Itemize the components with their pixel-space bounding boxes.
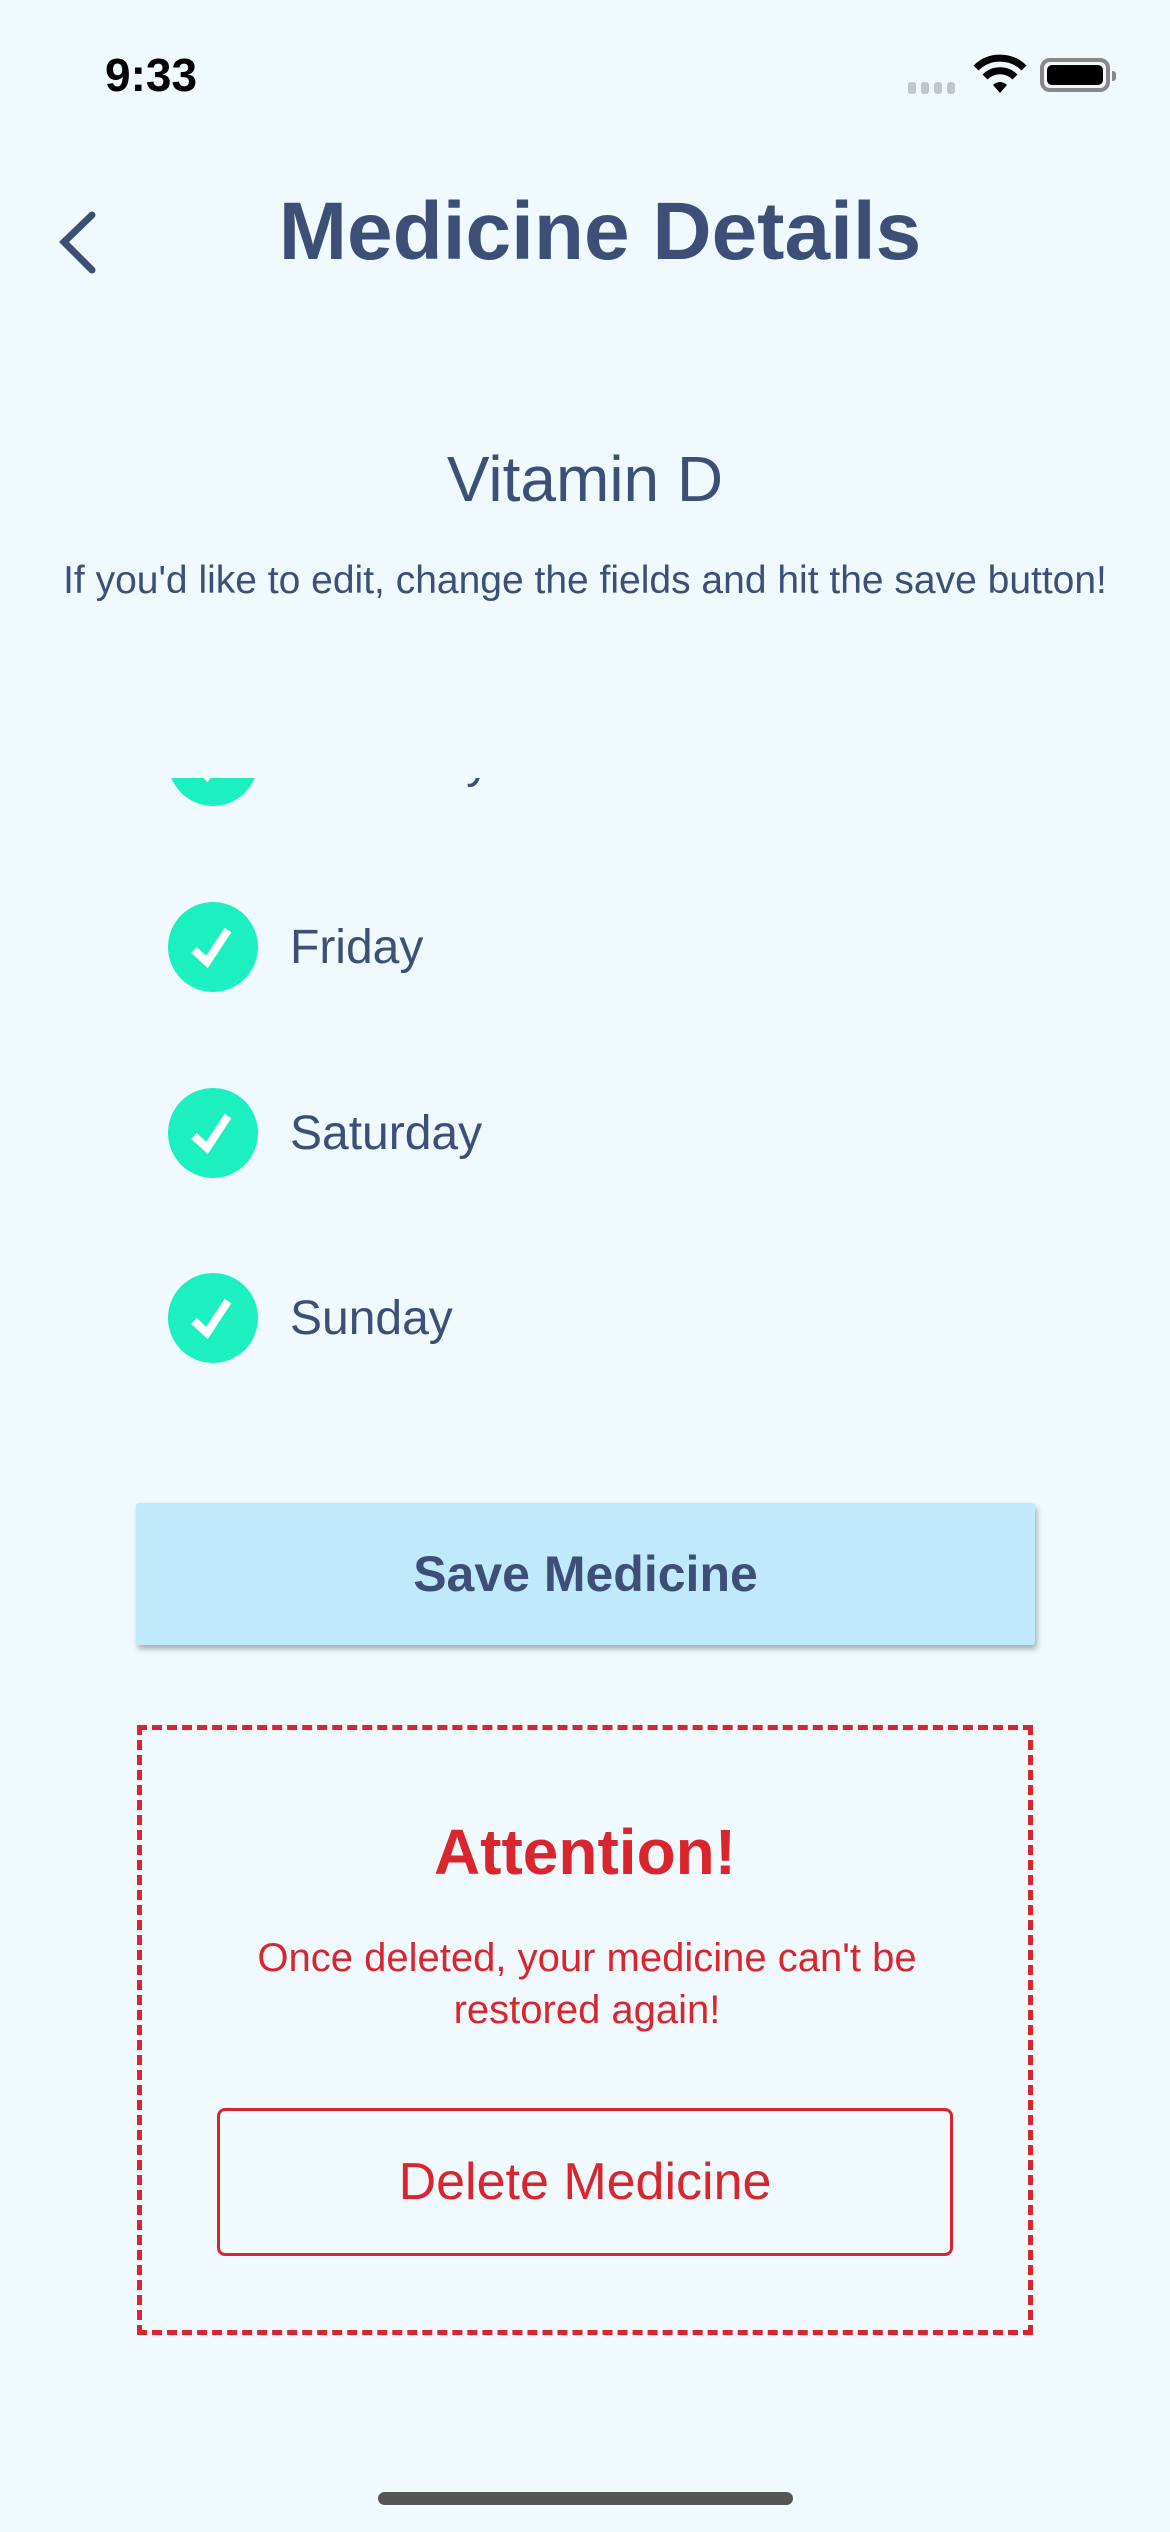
day-item-saturday[interactable]: Saturday xyxy=(168,1088,482,1178)
day-label: Thursday xyxy=(290,778,490,789)
edit-instructions: If you'd like to edit, change the fields… xyxy=(63,559,1107,602)
checkmark-circle-icon xyxy=(168,1273,258,1363)
day-label: Friday xyxy=(290,920,424,974)
day-label: Sunday xyxy=(290,1291,453,1345)
delete-medicine-button[interactable]: Delete Medicine xyxy=(217,2108,953,2256)
day-item-friday[interactable]: Friday xyxy=(168,902,423,992)
day-item-sunday[interactable]: Sunday xyxy=(168,1273,453,1363)
warning-message: Once deleted, your medicine can't be res… xyxy=(257,1936,917,2032)
page-title: Medicine Details xyxy=(278,186,922,277)
battery-icon xyxy=(1040,58,1116,92)
wifi-icon xyxy=(973,54,1027,93)
checkmark-circle-icon xyxy=(168,902,258,992)
checkmark-circle-icon xyxy=(168,1088,258,1178)
save-medicine-button[interactable]: Save Medicine xyxy=(136,1503,1035,1645)
day-item-thursday[interactable]: Thursday xyxy=(168,778,490,806)
checkmark-circle-icon xyxy=(168,778,258,806)
medicine-name: Vitamin D xyxy=(446,443,724,515)
days-list[interactable]: Thursday Friday Saturday Sunday xyxy=(0,778,1170,1418)
day-label: Saturday xyxy=(290,1106,483,1160)
delete-warning-box: Attention! Once deleted, your medicine c… xyxy=(137,1725,1033,2335)
cellular-signal-icon xyxy=(908,82,955,94)
warning-title: Attention! xyxy=(433,1816,737,1888)
home-indicator[interactable] xyxy=(378,2492,793,2505)
status-time: 9:33 xyxy=(105,49,198,101)
